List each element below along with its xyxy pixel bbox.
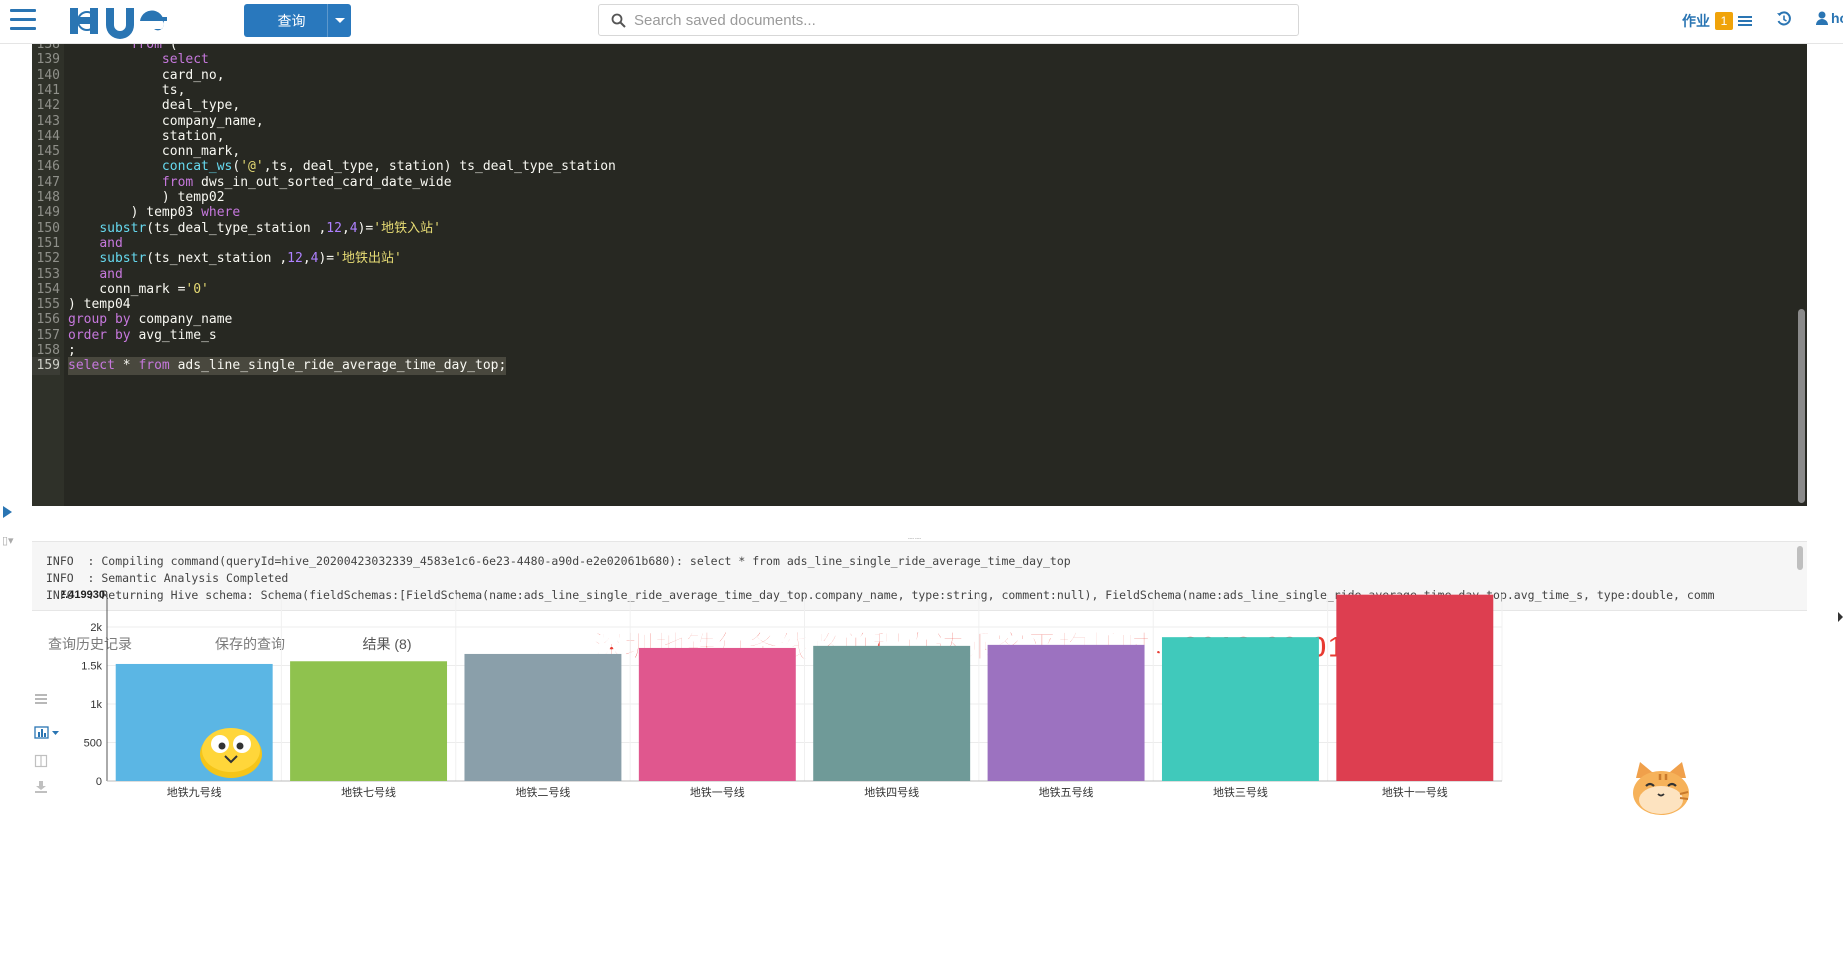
user-menu[interactable]: ho [1816, 10, 1843, 26]
log-line: INFO : Compiling command(queryId=hive_20… [46, 554, 1071, 568]
y-tick-label: 0 [96, 776, 102, 788]
bar[interactable] [813, 645, 971, 781]
bar[interactable] [987, 644, 1145, 781]
y-tick-label: 2k [90, 622, 102, 634]
jobs-button[interactable]: 作业 1 [1682, 11, 1752, 31]
code-line[interactable]: select * from ads_line_single_ride_avera… [68, 357, 507, 376]
hue-logo[interactable] [66, 2, 176, 40]
book-icon[interactable]: ▯▾ [2, 534, 14, 547]
editor-scrollbar[interactable] [1798, 309, 1805, 503]
hue-editor-page: 查询 作业 1 [0, 0, 1843, 967]
line-number: 159 [32, 357, 60, 376]
x-tick-label: 地铁三号线 [1213, 785, 1268, 799]
history-icon[interactable] [1776, 11, 1792, 27]
x-tick-label: 地铁一号线 [690, 785, 745, 799]
x-tick-label: 地铁九号线 [167, 785, 222, 799]
y-tick-label: 1k [90, 699, 102, 711]
bar[interactable] [1161, 637, 1319, 781]
x-tick-label: 地铁七号线 [341, 785, 396, 799]
left-rail: ▯▾ [0, 44, 32, 967]
y-tick-label: 1.5k [81, 661, 102, 673]
search-box[interactable] [598, 4, 1299, 36]
x-tick-label: 地铁十一号线 [1382, 785, 1448, 799]
bar-chart-icon[interactable] [34, 726, 64, 740]
x-tick-label: 地铁二号线 [515, 785, 570, 799]
cat-emoji-icon [1633, 762, 1689, 815]
results-bar-chart[interactable]: 0 500 1k 1.5k 2k 2.419930 地铁九号线 地铁七号线 地铁二号线 地铁一号线… [62, 590, 1772, 967]
code-line[interactable]: substr(ts_deal_type_station ,12,4)='地铁入站… [68, 220, 441, 238]
bar[interactable] [290, 661, 448, 781]
play-icon[interactable] [3, 506, 12, 518]
grid-view-icon[interactable] [34, 692, 48, 706]
search-input[interactable] [634, 11, 1298, 29]
sql-editor[interactable]: 138 139 140 141 142 143 144 145 146 147 148 149 150 1… [32, 44, 1807, 506]
x-tick-label: 地铁四号线 [864, 785, 919, 799]
user-name: ho [1831, 10, 1843, 26]
chick-emoji-icon [200, 728, 262, 778]
caret-down-icon [334, 18, 345, 23]
query-dropdown-toggle[interactable] [327, 4, 351, 37]
bar[interactable] [464, 653, 622, 781]
user-icon [1816, 11, 1828, 25]
query-button[interactable]: 查询 [244, 4, 351, 37]
code-line[interactable]: order by avg_time_s [68, 327, 217, 345]
log-scrollbar[interactable] [1797, 546, 1803, 570]
bar[interactable] [1336, 594, 1494, 781]
x-tick-label: 地铁五号线 [1039, 785, 1094, 799]
code-area[interactable]: from ( select card_no, ts, deal_type, co… [68, 44, 1768, 506]
top-bar: 查询 作业 1 [0, 0, 1843, 44]
line-number-gutter: 138 139 140 141 142 143 144 145 146 147 148 149 150 1… [32, 44, 64, 506]
log-line: INFO : Semantic Analysis Completed [46, 571, 289, 585]
menu-icon[interactable] [10, 9, 36, 31]
search-icon [611, 13, 626, 28]
query-button-label: 查询 [277, 12, 306, 29]
jobs-label: 作业 [1682, 13, 1710, 29]
jobs-count-badge: 1 [1715, 12, 1733, 30]
download-icon[interactable] [34, 780, 48, 794]
y-max-label: 2.419930 [62, 590, 105, 601]
bar[interactable] [638, 647, 796, 781]
caret-right-icon[interactable] [1838, 612, 1843, 622]
list-icon [1738, 16, 1752, 26]
y-tick-label: 500 [84, 738, 102, 750]
field-list-icon[interactable] [34, 754, 48, 768]
